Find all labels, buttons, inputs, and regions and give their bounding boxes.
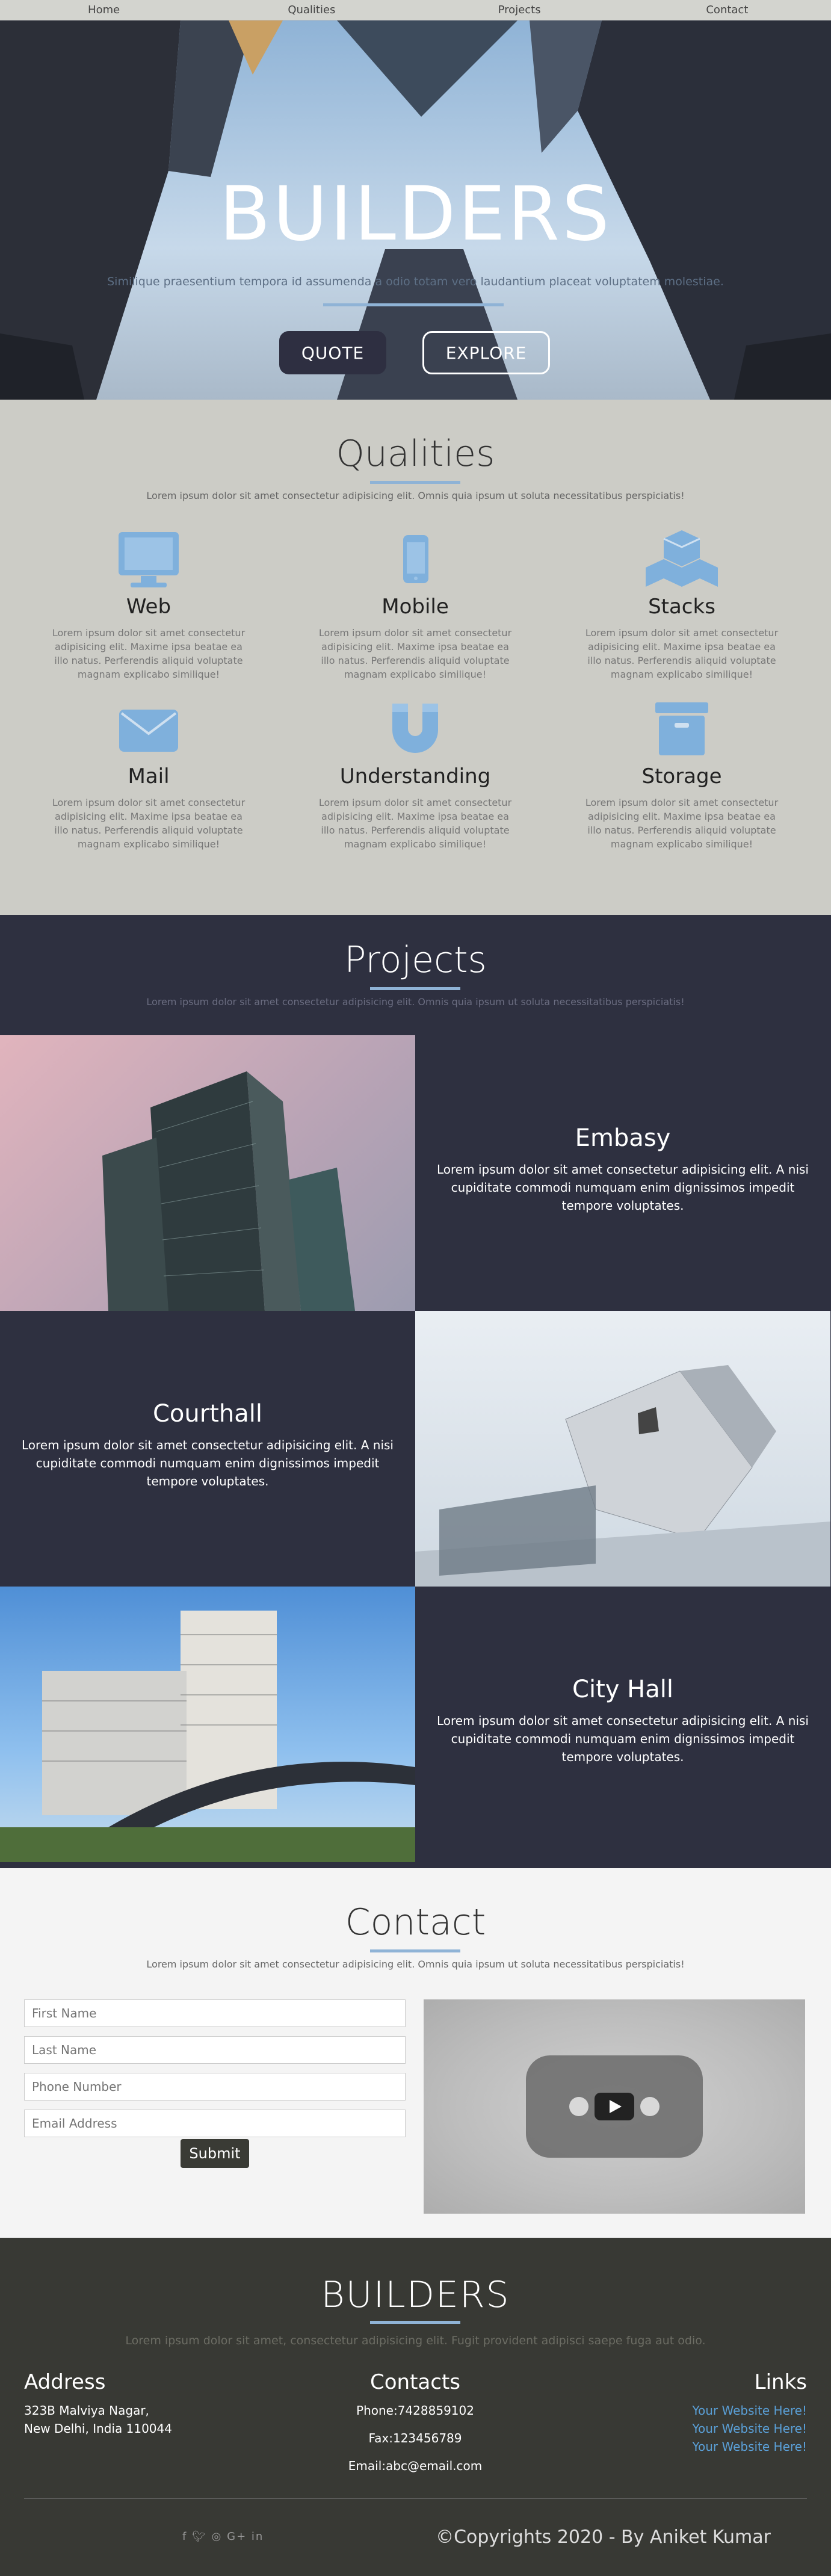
video-embed[interactable]: [424, 1999, 805, 2214]
footer-subtitle: Lorem ipsum dolor sit amet, consectetur …: [125, 2334, 706, 2347]
project-text: Lorem ipsum dolor sit amet consectetur a…: [437, 1162, 809, 1213]
play-icon[interactable]: [595, 2093, 634, 2120]
address-line2: New Delhi, India 110044: [24, 2421, 172, 2436]
envelope-icon: [22, 696, 275, 762]
contact-subtitle: Lorem ipsum dolor sit amet consectetur a…: [146, 1958, 685, 1970]
phone-field[interactable]: [24, 2073, 406, 2101]
projects-section: Projects Lorem ipsum dolor sit amet cons…: [0, 915, 831, 1868]
footer-divider: [370, 2321, 460, 2324]
desktop-icon: [22, 526, 275, 592]
quality-card-stacks: Stacks Lorem ipsum dolor sit amet consec…: [555, 526, 808, 681]
footer-fax: Fax:123456789: [368, 2431, 462, 2445]
projects-title: Projects: [344, 939, 487, 981]
last-name-field[interactable]: [24, 2036, 406, 2064]
google-plus-icon[interactable]: G+: [227, 2530, 247, 2543]
embasy-card: Embasy Lorem ipsum dolor sit amet consec…: [415, 1035, 830, 1311]
quality-text: Lorem ipsum dolor sit amet consectetur a…: [52, 797, 246, 850]
footer-link[interactable]: Your Website Here!: [692, 2420, 807, 2438]
city-hall-image: [0, 1587, 415, 1862]
hero-title: BUILDERS: [219, 171, 612, 258]
quality-text: Lorem ipsum dolor sit amet consectetur a…: [318, 797, 512, 850]
quality-card-storage: Storage Lorem ipsum dolor sit amet conse…: [555, 696, 808, 851]
qualities-divider: [370, 481, 460, 484]
courthall-card: Courthall Lorem ipsum dolor sit amet con…: [0, 1311, 415, 1587]
quality-text: Lorem ipsum dolor sit amet consectetur a…: [52, 627, 246, 680]
courthall-image: [415, 1311, 830, 1587]
footer-phone: Phone:7428859102: [356, 2403, 474, 2418]
hero-subtitle: Similique praesentium tempora id assumen…: [107, 275, 724, 288]
archive-icon: [555, 696, 808, 762]
mobile-icon: [289, 526, 542, 592]
nav-projects[interactable]: Projects: [416, 4, 623, 16]
footer-link[interactable]: Your Website Here!: [692, 2401, 807, 2420]
projects-divider: [370, 987, 460, 990]
nav-qualities[interactable]: Qualities: [208, 4, 415, 16]
quality-text: Lorem ipsum dolor sit amet consectetur a…: [318, 627, 512, 680]
footer-rule: [24, 2498, 807, 2499]
submit-button[interactable]: Submit: [181, 2139, 249, 2168]
first-name-field[interactable]: [24, 1999, 406, 2027]
quality-title: Stacks: [648, 595, 715, 619]
qualities-section: Qualities Lorem ipsum dolor sit amet con…: [0, 400, 831, 915]
links-column: Links Your Website Here! Your Website He…: [692, 2370, 807, 2456]
nav-contact[interactable]: Contact: [623, 4, 831, 16]
quality-title: Mobile: [382, 595, 449, 619]
quality-title: Mail: [128, 764, 170, 788]
contact-title: Contact: [345, 1901, 486, 1943]
projects-subtitle: Lorem ipsum dolor sit amet consectetur a…: [146, 996, 685, 1008]
quality-card-understanding: Understanding Lorem ipsum dolor sit amet…: [289, 696, 542, 851]
quality-card-mail: Mail Lorem ipsum dolor sit amet consecte…: [22, 696, 275, 851]
project-title: Courthall: [153, 1400, 262, 1428]
hero-divider: [323, 303, 504, 306]
project-title: Embasy: [575, 1124, 671, 1152]
instagram-icon[interactable]: ◎: [212, 2530, 223, 2543]
address-column: Address 323B Malviya Nagar, New Delhi, I…: [24, 2370, 172, 2438]
email-field[interactable]: [24, 2110, 406, 2137]
quality-card-mobile: Mobile Lorem ipsum dolor sit amet consec…: [289, 526, 542, 681]
quality-text: Lorem ipsum dolor sit amet consectetur a…: [585, 797, 779, 850]
hero-section: BUILDERS Similique praesentium tempora i…: [0, 20, 831, 400]
quality-title: Web: [126, 595, 171, 619]
magnet-icon: [289, 696, 542, 762]
facebook-icon[interactable]: f: [182, 2530, 187, 2543]
quality-card-web: Web Lorem ipsum dolor sit amet consectet…: [22, 526, 275, 681]
explore-button[interactable]: EXPLORE: [422, 331, 550, 374]
top-nav: Home Qualities Projects Contact: [0, 0, 831, 20]
contacts-title: Contacts: [370, 2370, 460, 2394]
city-hall-card: City Hall Lorem ipsum dolor sit amet con…: [415, 1587, 830, 1862]
footer-brand: BUILDERS: [321, 2274, 510, 2316]
project-text: Lorem ipsum dolor sit amet consectetur a…: [437, 1714, 809, 1764]
contact-divider: [370, 1949, 460, 1952]
footer: BUILDERS Lorem ipsum dolor sit amet, con…: [0, 2238, 831, 2576]
links-title: Links: [754, 2370, 807, 2394]
twitter-icon[interactable]: 🐦︎: [192, 2530, 207, 2543]
copyright: ©Copyrights 2020 - By Aniket Kumar: [436, 2527, 771, 2548]
embasy-image: [0, 1035, 415, 1311]
quality-title: Storage: [641, 764, 722, 788]
quality-text: Lorem ipsum dolor sit amet consectetur a…: [585, 627, 779, 680]
footer-link[interactable]: Your Website Here!: [692, 2438, 807, 2456]
cubes-icon: [555, 526, 808, 592]
linkedin-icon[interactable]: in: [252, 2530, 264, 2543]
quote-button[interactable]: QUOTE: [279, 331, 386, 374]
address-title: Address: [24, 2370, 106, 2394]
contacts-column: Contacts Phone:7428859102 Fax:123456789 …: [295, 2370, 536, 2475]
address-line1: 323B Malviya Nagar,: [24, 2403, 149, 2418]
contact-section: Contact Lorem ipsum dolor sit amet conse…: [0, 1868, 831, 2238]
quality-title: Understanding: [339, 764, 491, 788]
nav-home[interactable]: Home: [0, 4, 208, 16]
social-icons: f 🐦︎ ◎ G+ in: [182, 2530, 264, 2543]
qualities-subtitle: Lorem ipsum dolor sit amet consectetur a…: [146, 490, 685, 501]
qualities-title: Qualities: [336, 433, 495, 475]
footer-email: Email:abc@email.com: [348, 2459, 483, 2473]
project-title: City Hall: [572, 1676, 673, 1703]
project-text: Lorem ipsum dolor sit amet consectetur a…: [22, 1438, 394, 1488]
